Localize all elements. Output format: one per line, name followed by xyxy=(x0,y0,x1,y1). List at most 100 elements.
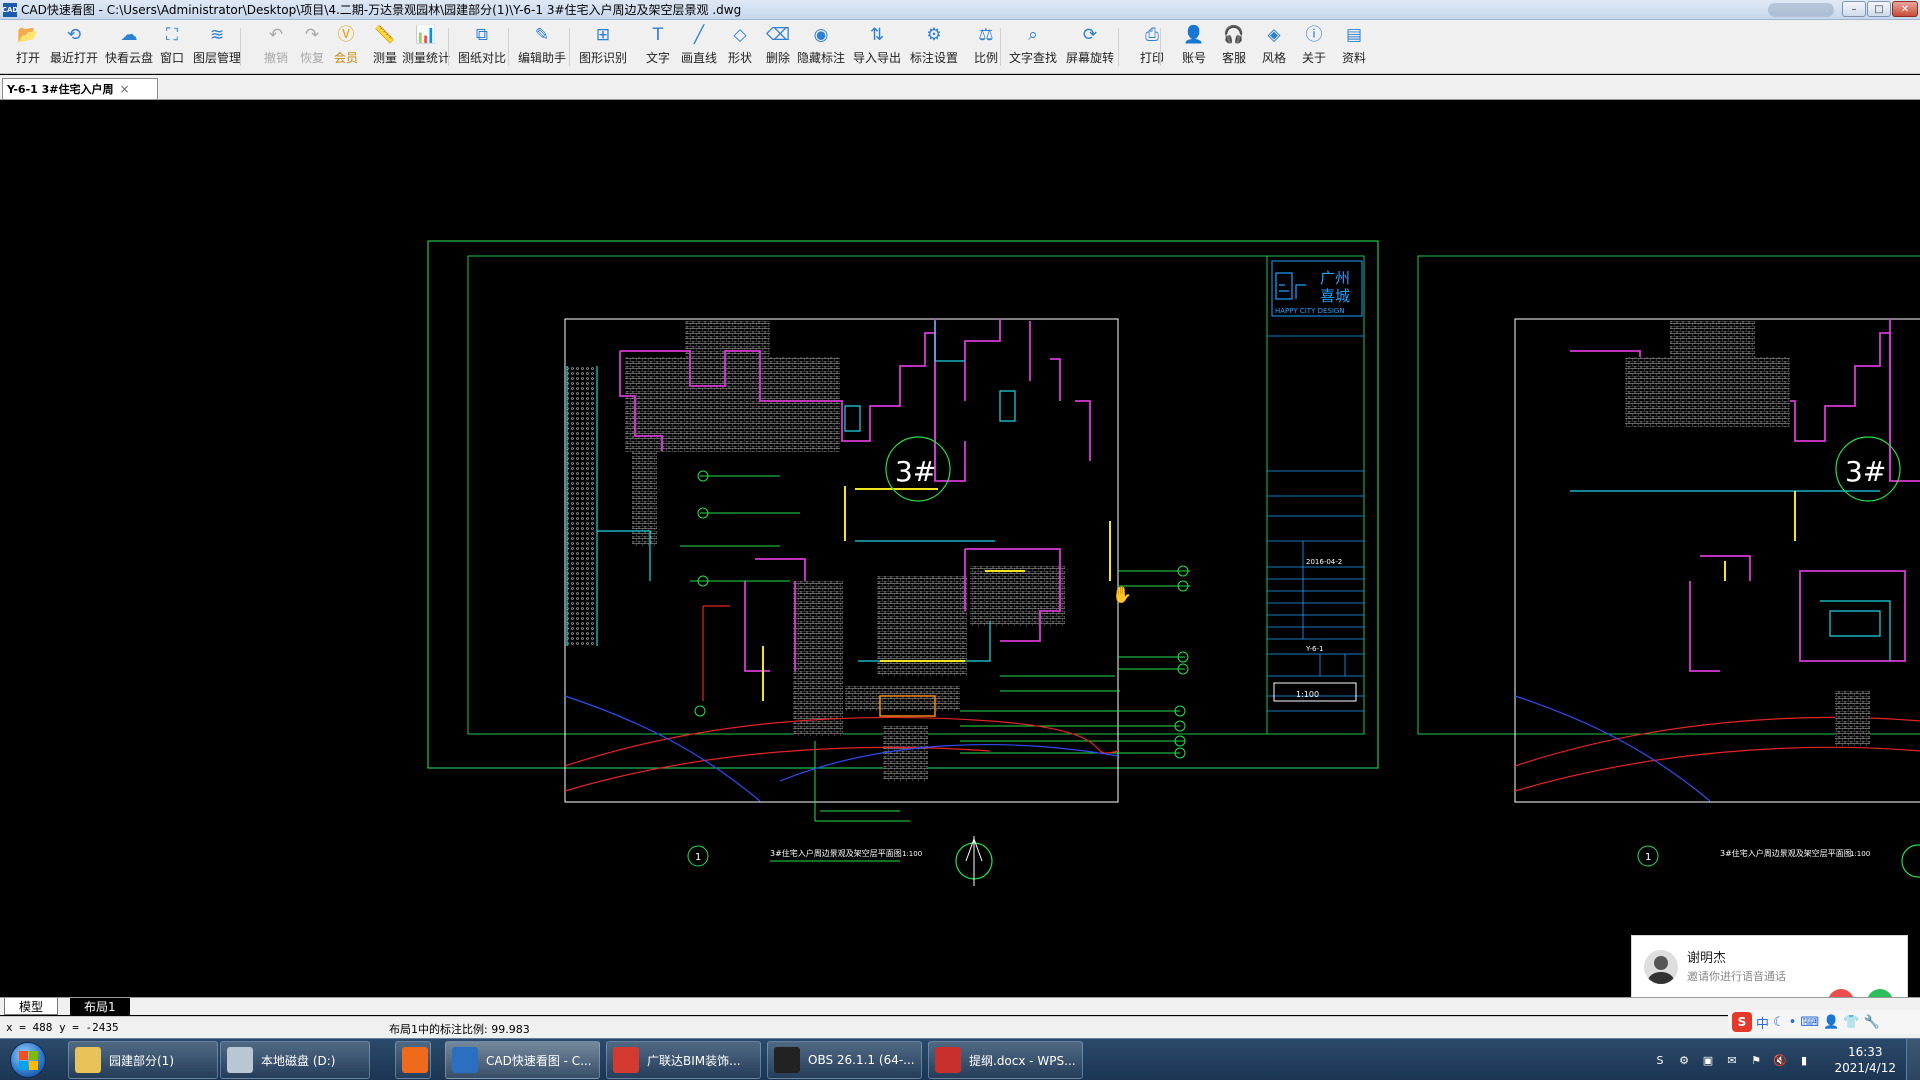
paving-area-north xyxy=(625,357,840,452)
toolbar-label: 文字查找 xyxy=(1009,51,1058,65)
toolbar-label: 导入导出 xyxy=(853,51,902,65)
history-icon: ⟲ xyxy=(66,24,82,45)
text-icon: T xyxy=(652,24,664,45)
annotation-settings-icon: ⚙ xyxy=(926,24,942,45)
tray-icon[interactable]: ▮ xyxy=(1796,1052,1812,1068)
taskbar-item-glodon[interactable]: 广联达BIM装饰... xyxy=(606,1041,761,1079)
toolbar-button-folder-open[interactable]: 📂 打开 xyxy=(4,24,52,70)
drive-icon xyxy=(227,1047,253,1073)
show-desktop-button[interactable] xyxy=(1906,1039,1920,1080)
cad-icon xyxy=(452,1047,478,1073)
title-block-date: 2016-04-2 xyxy=(1306,558,1342,566)
toolbar-button-compare[interactable]: ⧉ 图纸对比 xyxy=(458,24,506,70)
toolbar-button-import-export[interactable]: ⇅ 导入导出 xyxy=(853,24,901,70)
toolbar-button-cloud[interactable]: ☁ 快看云盘 xyxy=(105,24,153,70)
tab-layout1[interactable]: 布局1 xyxy=(70,998,130,1015)
taskbar-item-firefox[interactable] xyxy=(395,1041,431,1079)
toolbar-label: 画直线 xyxy=(680,51,717,65)
tab-model[interactable]: 模型 xyxy=(4,998,59,1015)
ime-item-icon[interactable]: ☾ xyxy=(1773,1015,1785,1030)
tray-icon[interactable]: ▣ xyxy=(1700,1052,1716,1068)
drawing-canvas[interactable]: 广州 喜城 HAPPY CITY DESIGN 1:100 2016-04-2 … xyxy=(0,101,1920,997)
close-window-button[interactable]: ✕ xyxy=(1892,1,1918,17)
rotate-screen-icon: ⟳ xyxy=(1082,24,1098,45)
edit-assistant-icon: ✎ xyxy=(534,24,550,45)
title-bar: CAD CAD快速看图 - C:\Users\Administrator\Des… xyxy=(0,0,1920,20)
logo-mark xyxy=(1275,272,1306,300)
folder-icon xyxy=(75,1047,101,1073)
second-cyan xyxy=(1570,490,1891,661)
ime-item-icon[interactable]: 中 xyxy=(1756,1013,1769,1032)
taskbar-item-wps[interactable]: 提纲.docx - WPS... xyxy=(928,1041,1083,1079)
toolbar-button-layers[interactable]: ≋ 图层管理 xyxy=(193,24,241,70)
document-tab[interactable]: Y-6-1 3#住宅入户周 × xyxy=(2,78,158,99)
toolbar-button-scale[interactable]: ⚖ 比例 xyxy=(962,24,1010,70)
glodon-icon xyxy=(613,1047,639,1073)
toolbar-label: 账号 xyxy=(1181,51,1206,65)
taskbar-item-cad[interactable]: CAD快速看图 - C... xyxy=(445,1041,600,1079)
tray-icon[interactable]: ⚙ xyxy=(1676,1052,1692,1068)
taskbar-item-obs[interactable]: OBS 26.1.1 (64-... xyxy=(767,1041,922,1079)
toolbar-button-window[interactable]: ⛶ 窗口 xyxy=(148,24,196,70)
taskbar-item-label: OBS 26.1.1 (64-... xyxy=(808,1053,915,1067)
vip-icon: Ⓥ xyxy=(337,24,355,45)
caller-avatar xyxy=(1644,950,1678,984)
taskbar-item-drive[interactable]: 本地磁盘 (D:) xyxy=(220,1041,370,1079)
taskbar: 园建部分(1) 本地磁盘 (D:) CAD快速看图 - C... 广联达BIM装饰..… xyxy=(0,1038,1920,1080)
toolbar-button-hide-annotation[interactable]: ◉ 隐藏标注 xyxy=(797,24,845,70)
toolbar-button-eraser[interactable]: ⌫ 删除 xyxy=(754,24,802,70)
sogou-ime-icon[interactable]: S xyxy=(1732,1012,1752,1032)
toolbar-label: 隐藏标注 xyxy=(797,51,846,65)
toolbar-button-shape-recognition[interactable]: ⊞ 图形识别 xyxy=(579,24,627,70)
toolbar-button-measure-stats[interactable]: 📊 测量统计 xyxy=(402,24,450,70)
toolbar-button-history[interactable]: ⟲ 最近打开 xyxy=(50,24,98,70)
tray-icon[interactable]: ⚑ xyxy=(1748,1052,1764,1068)
maximize-button[interactable]: □ xyxy=(1867,1,1891,17)
toolbar-label: 图纸对比 xyxy=(458,51,507,65)
toolbar-separator xyxy=(508,28,509,66)
toolbar-label: 客服 xyxy=(1221,51,1246,65)
toolbar-label: 形状 xyxy=(727,51,752,65)
toolbar-button-rotate-screen[interactable]: ⟳ 屏幕旋转 xyxy=(1066,24,1114,70)
toolbar-button-printer[interactable]: ⎙ 打印 xyxy=(1128,24,1176,70)
ime-item-icon[interactable]: • xyxy=(1789,1015,1797,1030)
ime-item-icon[interactable]: 👕 xyxy=(1843,1015,1859,1030)
windows-start-icon xyxy=(10,1042,46,1078)
taskbar-item-label: 园建部分(1) xyxy=(109,1053,174,1068)
compare-icon: ⧉ xyxy=(475,24,489,45)
second-walls-yellow xyxy=(1724,491,1796,581)
clock[interactable]: 16:33 2021/4/12 xyxy=(1834,1044,1896,1076)
start-button[interactable] xyxy=(4,1040,52,1080)
document-tab-close-icon[interactable]: × xyxy=(120,82,130,96)
layout-tab-bar: 模型 布局1 xyxy=(0,997,1920,1015)
plan-scale-right: 1:100 xyxy=(1850,850,1870,858)
ime-item-icon[interactable]: 🔧 xyxy=(1863,1015,1879,1030)
tray-icon[interactable]: S xyxy=(1652,1052,1668,1068)
clock-date: 2021/4/12 xyxy=(1834,1061,1896,1075)
ime-item-icon[interactable]: ⌨ xyxy=(1800,1015,1819,1030)
minimize-button[interactable]: – xyxy=(1842,1,1866,17)
toolbar-button-annotation-settings[interactable]: ⚙ 标注设置 xyxy=(910,24,958,70)
toolbar-separator xyxy=(1160,28,1161,66)
paving-strip xyxy=(793,581,843,736)
title-block-scale: 1:100 xyxy=(1296,690,1319,699)
layers-icon: ≋ xyxy=(209,24,225,45)
hide-annotation-icon: ◉ xyxy=(813,24,829,45)
toolbar-button-text-search[interactable]: ⌕ 文字查找 xyxy=(1009,24,1057,70)
toolbar-button-edit-assistant[interactable]: ✎ 编辑助手 xyxy=(518,24,566,70)
second-site-curves-blue xyxy=(1514,695,1711,802)
title-block-drawing-no: Y-6-1 xyxy=(1305,645,1323,653)
ime-toolbar[interactable]: S 中 ☾ • ⌨ 👤 👕 🔧 xyxy=(1728,1010,1920,1034)
ime-item-icon[interactable]: 👤 xyxy=(1823,1015,1839,1030)
toolbar-button-documents[interactable]: ▤ 资料 xyxy=(1330,24,1378,70)
tray-icon[interactable]: ✉ xyxy=(1724,1052,1740,1068)
toolbar-label: 窗口 xyxy=(159,51,184,65)
import-export-icon: ⇅ xyxy=(869,24,885,45)
toolbar-label: 编辑助手 xyxy=(518,51,567,65)
planting-strip xyxy=(567,366,595,646)
tray-icon[interactable]: 🔇 xyxy=(1772,1052,1788,1068)
caller-name: 谢明杰 xyxy=(1687,951,1727,966)
taskbar-item-folder[interactable]: 园建部分(1) xyxy=(68,1041,218,1079)
second-entry-paving xyxy=(1835,691,1870,746)
toolbar-label: 比例 xyxy=(973,51,998,65)
